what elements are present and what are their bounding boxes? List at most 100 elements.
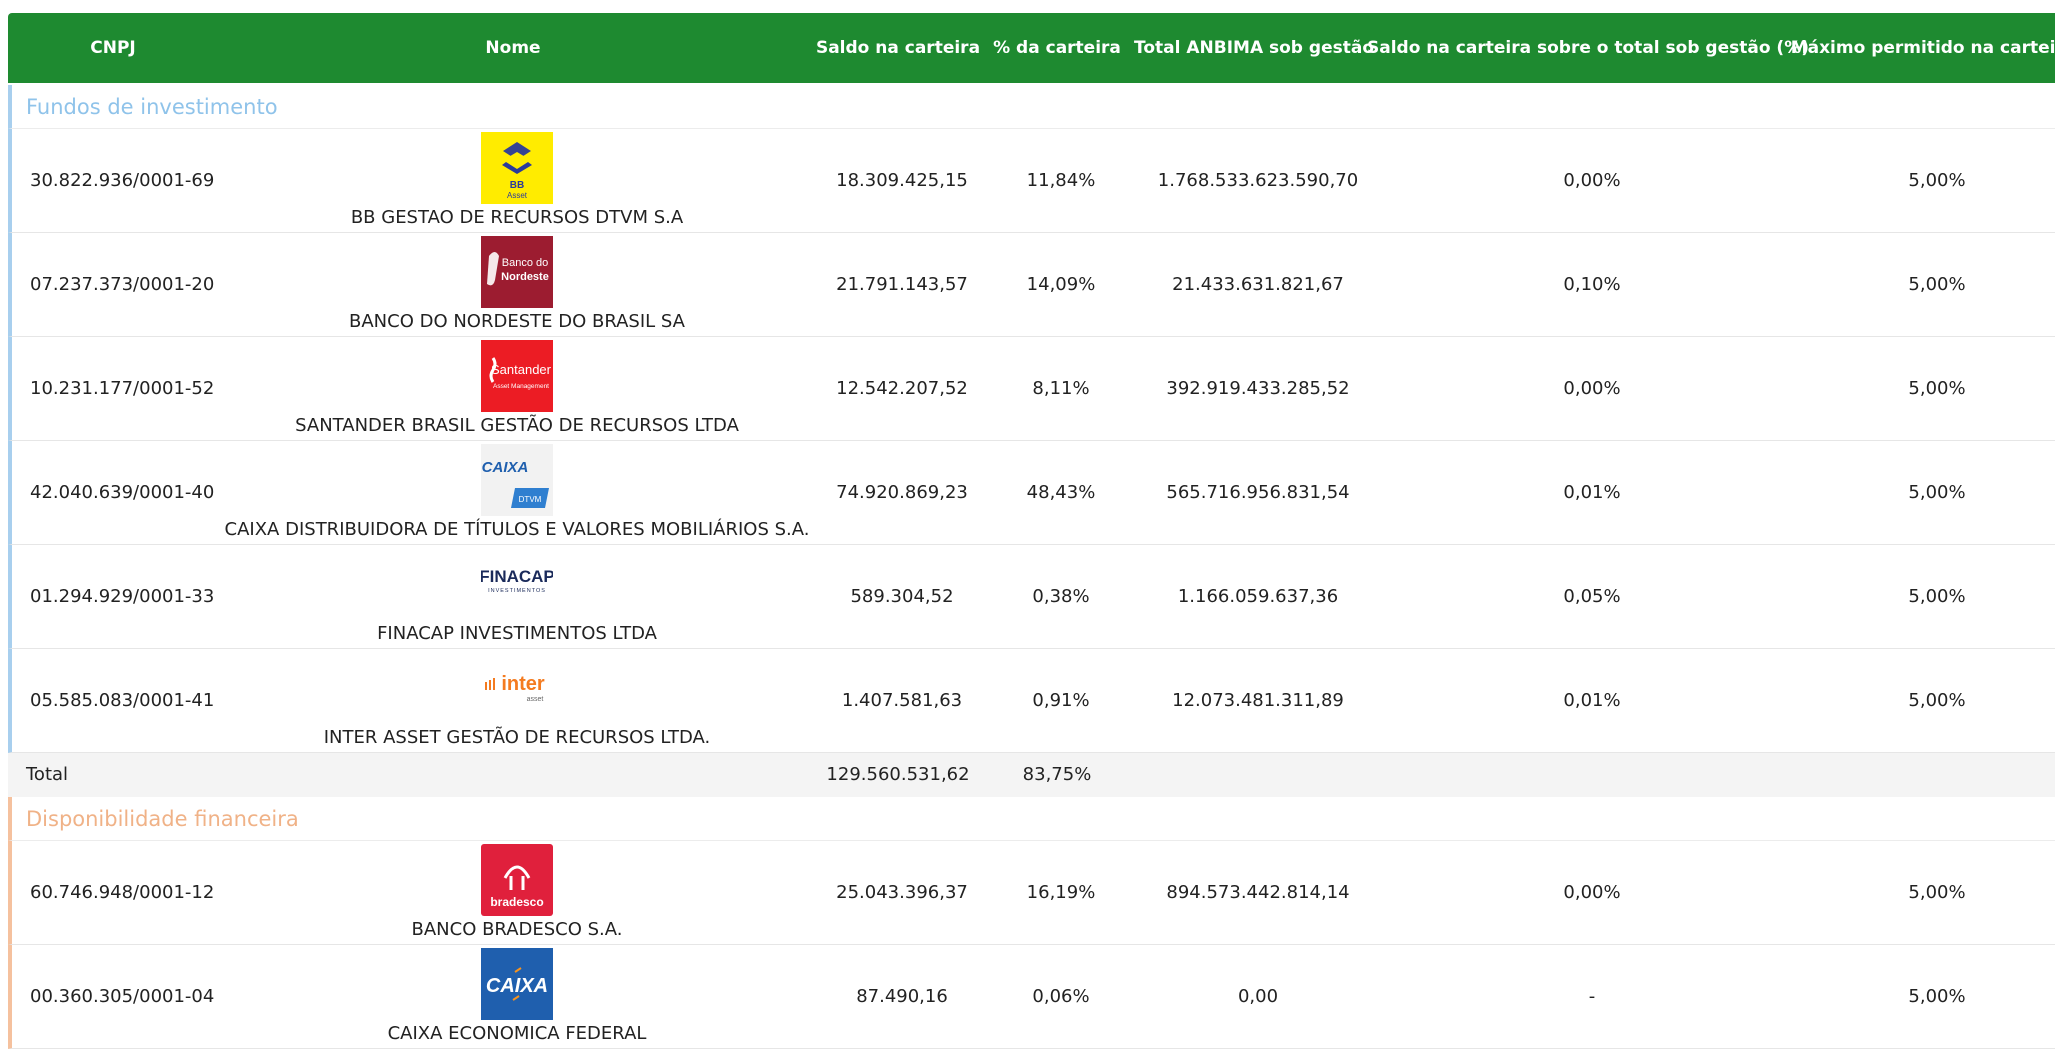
cell-cnpj: 30.822.936/0001-69 — [30, 170, 215, 191]
portfolio-table: CNPJ Nome Saldo na carteira % da carteir… — [0, 0, 2055, 1049]
cell-nome: BANCO BRADESCO S.A. — [411, 919, 623, 940]
cell-pct: 14,09% — [1026, 274, 1096, 295]
table-row: 05.585.083/0001-41 inter asset INTER ASS… — [8, 649, 2055, 753]
col-header-pct[interactable]: % da carteira — [993, 13, 1121, 83]
cell-nome: BB GESTAO DE RECURSOS DTVM S.A — [350, 207, 684, 228]
cell-cnpj: 00.360.305/0001-04 — [30, 986, 215, 1007]
cell-saldo-sobre-total: 0,00% — [1563, 170, 1621, 191]
caixa-dtvm-logo-icon: CAIXA DTVM — [481, 444, 553, 516]
cell-total-anbima: 0,00 — [1237, 986, 1279, 1007]
total-saldo: 129.560.531,62 — [826, 764, 970, 785]
cell-saldo: 589.304,52 — [850, 586, 954, 607]
inter-asset-logo-icon: inter asset — [481, 652, 553, 724]
table-row: 30.822.936/0001-69 BB Asset BB GESTAO DE… — [8, 129, 2055, 233]
santander-logo-icon: Santander Asset Management — [481, 340, 553, 412]
cell-cnpj: 42.040.639/0001-40 — [30, 482, 215, 503]
cell-maximo: 5,00% — [1908, 378, 1966, 399]
cell-saldo: 12.542.207,52 — [836, 378, 968, 399]
cell-total-anbima: 1.768.533.623.590,70 — [1157, 170, 1359, 191]
cell-cnpj: 01.294.929/0001-33 — [30, 586, 215, 607]
cell-nome: CAIXA ECONOMICA FEDERAL — [387, 1023, 647, 1044]
cell-total-anbima: 12.073.481.311,89 — [1172, 690, 1344, 711]
svg-text:FINACAP: FINACAP — [481, 567, 553, 586]
svg-text:INVESTIMENTOS: INVESTIMENTOS — [488, 588, 546, 594]
col-header-total-anbima[interactable]: Total ANBIMA sob gestão — [1134, 13, 1374, 83]
svg-text:CAIXA: CAIXA — [482, 459, 529, 476]
section-title-fundos: Fundos de investimento — [8, 85, 2055, 129]
bb-asset-logo-icon: BB Asset — [481, 132, 553, 204]
svg-text:Nordeste: Nordeste — [501, 271, 549, 283]
table-row: 07.237.373/0001-20 Banco do Nordeste BAN… — [8, 233, 2055, 337]
cell-saldo-sobre-total: - — [1588, 986, 1596, 1007]
cell-pct: 0,06% — [1032, 986, 1090, 1007]
svg-text:Asset: Asset — [507, 191, 528, 200]
table-row: 60.746.948/0001-12 bradesco BANCO BRADES… — [8, 841, 2055, 945]
cell-nome: INTER ASSET GESTÃO DE RECURSOS LTDA. — [323, 727, 711, 748]
col-header-cnpj[interactable]: CNPJ — [90, 13, 136, 83]
col-header-saldo-sobre-total[interactable]: Saldo na carteira sobre o total sob gest… — [1367, 13, 1809, 83]
cell-pct: 0,91% — [1032, 690, 1090, 711]
svg-text:Asset Management: Asset Management — [493, 383, 549, 390]
svg-text:BB: BB — [510, 180, 524, 191]
total-pct: 83,75% — [1022, 764, 1092, 785]
section-title-disponibilidade: Disponibilidade financeira — [8, 797, 2055, 841]
cell-total-anbima: 565.716.956.831,54 — [1166, 482, 1350, 503]
total-row: Total 129.560.531,62 83,75% — [8, 753, 2055, 797]
cell-pct: 48,43% — [1026, 482, 1096, 503]
col-header-nome[interactable]: Nome — [485, 13, 540, 83]
cell-maximo: 5,00% — [1908, 482, 1966, 503]
cell-saldo: 74.920.869,23 — [836, 482, 968, 503]
finacap-logo-icon: FINACAP INVESTIMENTOS — [481, 548, 553, 620]
cell-cnpj: 05.585.083/0001-41 — [30, 690, 215, 711]
cell-saldo-sobre-total: 0,00% — [1563, 378, 1621, 399]
cell-total-anbima: 894.573.442.814,14 — [1166, 882, 1350, 903]
cell-total-anbima: 392.919.433.285,52 — [1166, 378, 1350, 399]
svg-text:DTVM: DTVM — [519, 495, 542, 504]
cell-saldo-sobre-total: 0,01% — [1563, 482, 1621, 503]
cell-pct: 8,11% — [1032, 378, 1090, 399]
bradesco-logo-icon: bradesco — [481, 844, 553, 916]
svg-text:Santander: Santander — [491, 362, 552, 377]
cell-total-anbima: 21.433.631.821,67 — [1172, 274, 1344, 295]
cell-saldo-sobre-total: 0,05% — [1563, 586, 1621, 607]
table-header: CNPJ Nome Saldo na carteira % da carteir… — [8, 13, 2055, 83]
cell-maximo: 5,00% — [1908, 274, 1966, 295]
cell-maximo: 5,00% — [1908, 170, 1966, 191]
cell-saldo: 87.490,16 — [856, 986, 948, 1007]
svg-text:Banco do: Banco do — [502, 257, 548, 269]
cell-pct: 11,84% — [1026, 170, 1096, 191]
cell-nome: CAIXA DISTRIBUIDORA DE TÍTULOS E VALORES… — [224, 519, 810, 540]
col-header-maximo[interactable]: Máximo permitido na carteira — [1791, 13, 2055, 83]
table-row: 00.360.305/0001-04 CAIXA CAIXA ECONOMICA… — [8, 945, 2055, 1049]
table-row: 42.040.639/0001-40 CAIXA DTVM CAIXA DIST… — [8, 441, 2055, 545]
svg-text:inter: inter — [501, 673, 545, 695]
cell-maximo: 5,00% — [1908, 986, 1966, 1007]
cell-saldo-sobre-total: 0,10% — [1563, 274, 1621, 295]
cell-nome: BANCO DO NORDESTE DO BRASIL SA — [349, 311, 685, 332]
svg-text:CAIXA: CAIXA — [486, 975, 548, 997]
cell-maximo: 5,00% — [1908, 882, 1966, 903]
cell-maximo: 5,00% — [1908, 690, 1966, 711]
cell-pct: 0,38% — [1032, 586, 1090, 607]
cell-cnpj: 10.231.177/0001-52 — [30, 378, 215, 399]
caixa-logo-icon: CAIXA — [481, 948, 553, 1020]
cell-nome: SANTANDER BRASIL GESTÃO DE RECURSOS LTDA — [295, 415, 739, 436]
cell-nome: FINACAP INVESTIMENTOS LTDA — [377, 623, 657, 644]
cell-cnpj: 60.746.948/0001-12 — [30, 882, 215, 903]
cell-saldo-sobre-total: 0,00% — [1563, 882, 1621, 903]
col-header-saldo[interactable]: Saldo na carteira — [816, 13, 980, 83]
cell-saldo: 25.043.396,37 — [836, 882, 968, 903]
cell-cnpj: 07.237.373/0001-20 — [30, 274, 215, 295]
table-row: 10.231.177/0001-52 Santander Asset Manag… — [8, 337, 2055, 441]
cell-pct: 16,19% — [1026, 882, 1096, 903]
svg-text:asset: asset — [527, 696, 544, 703]
cell-saldo: 1.407.581,63 — [841, 690, 963, 711]
banco-do-nordeste-logo-icon: Banco do Nordeste — [481, 236, 553, 308]
cell-saldo: 18.309.425,15 — [836, 170, 968, 191]
table-row: 01.294.929/0001-33 FINACAP INVESTIMENTOS… — [8, 545, 2055, 649]
cell-saldo: 21.791.143,57 — [836, 274, 968, 295]
svg-text:bradesco: bradesco — [490, 895, 543, 909]
cell-saldo-sobre-total: 0,01% — [1563, 690, 1621, 711]
total-label: Total — [26, 764, 69, 785]
cell-total-anbima: 1.166.059.637,36 — [1177, 586, 1339, 607]
